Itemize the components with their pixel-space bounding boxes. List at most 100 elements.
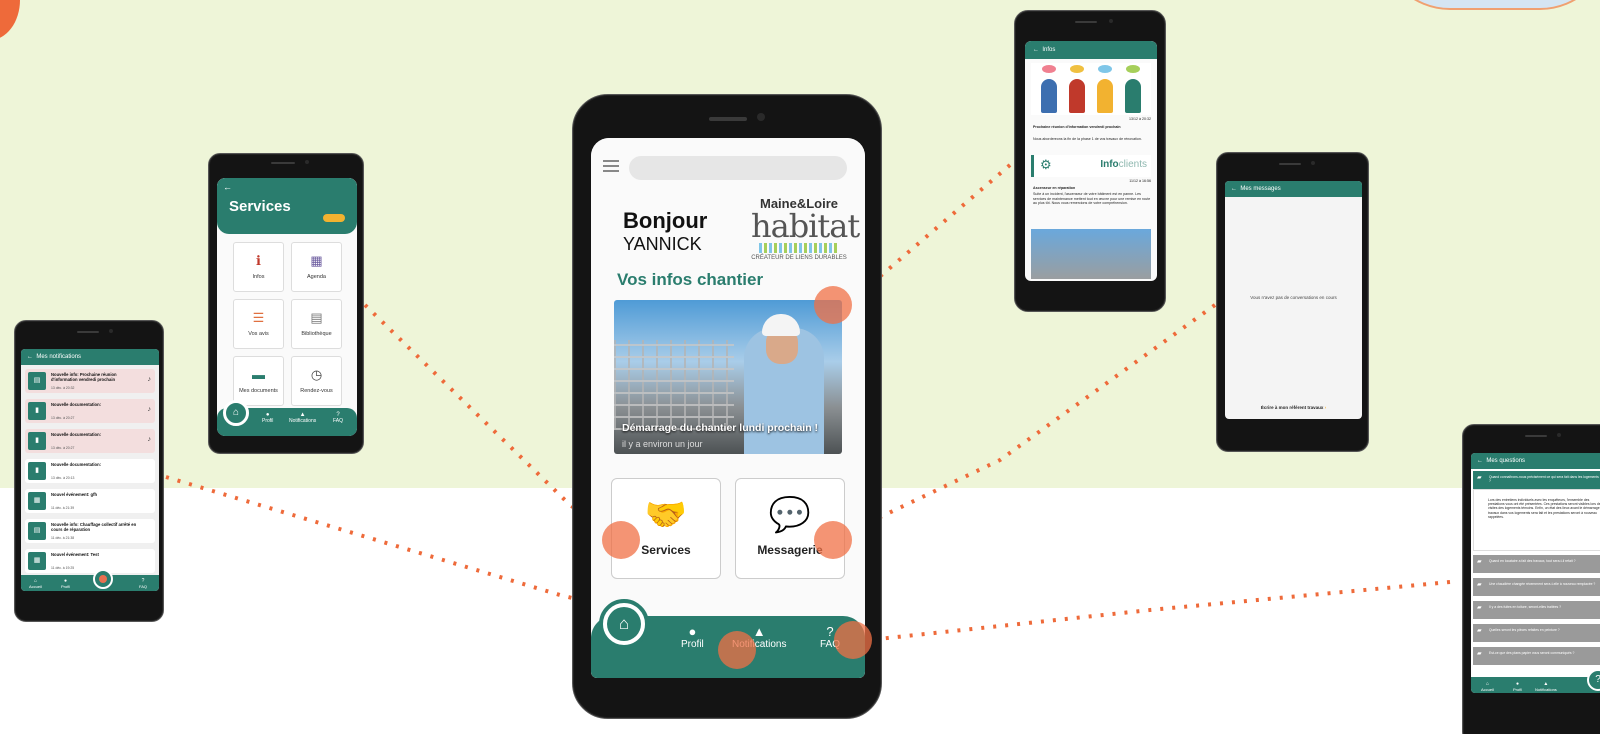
camera xyxy=(1109,19,1113,23)
nav-faq[interactable]: ? FAQ xyxy=(333,412,343,424)
card-title: Démarrage du chantier lundi prochain ! xyxy=(622,422,819,434)
nav-profil[interactable]: ● Profil xyxy=(262,412,273,424)
nav-notifications[interactable]: ▲ Notifications xyxy=(289,412,316,424)
services-header: ← Services xyxy=(217,178,357,234)
services-screen: ← Services ℹ Infos ▦ Agenda ☰ Vos avis ▤ Bib… xyxy=(217,178,357,436)
page-title: Mes notifications xyxy=(36,354,82,360)
connector-hotspot xyxy=(718,631,756,669)
nav-profil[interactable]: ● Profil xyxy=(1513,681,1522,692)
notification-item[interactable]: ▮ Nouvelle documentation: 13 déc. à 20:27 ♪ xyxy=(25,429,155,453)
back-arrow-icon[interactable]: ← xyxy=(223,182,232,192)
question-item[interactable]: ▰ Est-ce que des plans papier vous seront… xyxy=(1473,647,1600,665)
nav-profil[interactable]: ● Profil xyxy=(61,578,70,589)
question-item[interactable]: ▰ Quand en locataire a fait des travaux, … xyxy=(1473,555,1600,573)
answer-text: Lors des entretiens individuels avec les… xyxy=(1473,489,1600,551)
logo-tagline: CRÉATEUR DE LIENS DURABLES xyxy=(751,255,847,261)
home-icon[interactable]: ⌂ xyxy=(223,400,249,426)
questions-screen: ← Mes questions ▰ Quand connaîtrons-nous … xyxy=(1471,453,1600,693)
infos-screen: ← Infos 13/12 à 20:32 Prochaine réunion … xyxy=(1025,41,1157,281)
connector-hotspot xyxy=(602,521,640,559)
search-bar[interactable] xyxy=(629,156,847,180)
bell-icon: ♪ xyxy=(147,436,152,443)
notification-item[interactable]: ▤ Nouvelle info: Prochaine réunion d'info… xyxy=(25,369,155,393)
tile-agenda[interactable]: ▦ Agenda xyxy=(291,242,342,292)
home-button[interactable]: ⌂ xyxy=(599,599,649,649)
questions-phone: ← Mes questions ▰ Quand connaîtrons-nous … xyxy=(1462,424,1600,734)
tile-vos-avis[interactable]: ☰ Vos avis xyxy=(233,299,284,349)
nav-profil[interactable]: ● Profil xyxy=(681,625,704,651)
info-icon: ℹ xyxy=(256,253,261,268)
nav-label: Profil xyxy=(61,584,71,589)
helmet-image xyxy=(762,314,800,336)
messages-screen: ← Mes messages Vous n'avez pas de conver… xyxy=(1225,181,1362,419)
notification-date: 11 déc. à 21:39 xyxy=(51,506,75,510)
page-title: Mes questions xyxy=(1486,458,1526,464)
worker-photo xyxy=(1031,229,1151,279)
question-text: Est-ce que des plans papier vous seront … xyxy=(1489,651,1575,655)
services-phone: ← Services ℹ Infos ▦ Agenda ☰ Vos avis ▤ Bib… xyxy=(208,153,364,454)
nav-label: FAQ xyxy=(139,584,148,589)
infos-phone: ← Infos 13/12 à 20:32 Prochaine réunion … xyxy=(1014,10,1166,312)
question-icon: ▰ xyxy=(1477,559,1482,565)
tile-bibliotheque[interactable]: ▤ Bibliothèque xyxy=(291,299,342,349)
news-icon: ▤ xyxy=(28,372,46,390)
main-phone: Bonjour YANNICK Maine&Loire habitat CRÉA… xyxy=(572,94,882,719)
empty-state-text: Vous n'avez pas de conversations en cour… xyxy=(1250,295,1337,300)
hamburger-menu-icon[interactable] xyxy=(603,160,619,175)
write-referent-button[interactable]: Écrire à mon référent travaux › xyxy=(1229,405,1358,410)
nav-accueil[interactable]: ⌂ Accueil xyxy=(1481,681,1494,692)
nav-faq[interactable]: ? FAQ xyxy=(139,578,147,589)
brand-logo: Maine&Loire habitat CRÉATEUR DE LIENS DU… xyxy=(751,196,860,261)
nav-notifications[interactable]: ▲ Notifications xyxy=(1535,681,1557,692)
home-icon: ⌂ xyxy=(607,607,641,641)
tile-rendez-vous[interactable]: ◷ Rendez-vous xyxy=(291,356,342,406)
connector-hotspot xyxy=(814,286,852,324)
post-title[interactable]: Ascenseur en réparation xyxy=(1033,186,1151,191)
question-text: Il y a des fuites en toiture, seront-ell… xyxy=(1489,605,1561,609)
question-item[interactable]: ▰ Il y a des fuites en toiture, seront-el… xyxy=(1473,601,1600,619)
nav-label: Accueil xyxy=(29,584,42,589)
notification-item[interactable]: ▮ Nouvelle documentation: 13 déc. à 20:13 xyxy=(25,459,155,483)
handshake-icon: 🤝 xyxy=(644,496,688,534)
logo-text: habitat xyxy=(751,207,860,245)
notification-item[interactable]: ▦ Nouvel événement: Test 11 déc. à 19:25 xyxy=(25,549,155,573)
tile-mes-documents[interactable]: ▬ Mes documents xyxy=(233,356,284,406)
bell-icon[interactable] xyxy=(93,569,113,589)
tile-label: Vos avis xyxy=(248,331,269,337)
tile-label: Agenda xyxy=(307,274,326,280)
speaker xyxy=(77,331,99,333)
gear-icon: ⚙ xyxy=(1040,157,1052,172)
notification-item[interactable]: ▮ Nouvelle documentation: 13 déc. à 20:27 ♪ xyxy=(25,399,155,423)
bell-icon: ♪ xyxy=(147,406,152,413)
notification-item[interactable]: ▤ Nouvelle info: Chauffage collectif arrê… xyxy=(25,519,155,543)
camera xyxy=(109,329,113,333)
tile-infos[interactable]: ℹ Infos xyxy=(233,242,284,292)
question-item[interactable]: ▰ Quelles seront les pièces refaites en p… xyxy=(1473,624,1600,642)
document-icon: ▮ xyxy=(28,432,46,450)
logo-text: Info xyxy=(1100,159,1119,170)
post-body: Suite à un incident, l'ascenseur de votr… xyxy=(1033,192,1151,205)
nav-label: Profil xyxy=(681,639,704,650)
back-arrow-icon[interactable]: ← xyxy=(27,354,33,360)
back-arrow-icon[interactable]: ← xyxy=(1033,47,1039,53)
scaffolding-image xyxy=(614,340,734,430)
messages-header: ← Mes messages xyxy=(1225,181,1362,197)
speaker xyxy=(271,162,295,164)
question-text: Quand en locataire a fait des travaux, t… xyxy=(1489,559,1576,563)
question-text: Quand connaîtrons-nous précisément ce qu… xyxy=(1489,475,1599,483)
question-item[interactable]: ▰ Une chaudière changée récemment sera-t-… xyxy=(1473,578,1600,596)
tile-label: Mes documents xyxy=(239,388,278,394)
notifications-screen: ← Mes notifications ▤ Nouvelle info: Proc… xyxy=(21,349,159,591)
document-icon: ▮ xyxy=(28,462,46,480)
question-icon: ▰ xyxy=(1477,475,1482,481)
calendar-icon: ▦ xyxy=(28,552,46,570)
question-item[interactable]: ▰ Quand connaîtrons-nous précisément ce q… xyxy=(1473,471,1600,489)
post-title[interactable]: Prochaine réunion d'information vendredi… xyxy=(1033,125,1151,130)
back-arrow-icon[interactable]: ← xyxy=(1477,458,1483,464)
back-arrow-icon[interactable]: ← xyxy=(1231,186,1237,192)
nav-accueil[interactable]: ⌂ Accueil xyxy=(29,578,42,589)
notification-item[interactable]: ▦ Nouvel événement: gfh 11 déc. à 21:39 xyxy=(25,489,155,513)
tile-label: Bibliothèque xyxy=(301,331,332,337)
news-card[interactable]: Démarrage du chantier lundi prochain ! i… xyxy=(614,300,842,454)
calendar-icon: ▦ xyxy=(28,492,46,510)
